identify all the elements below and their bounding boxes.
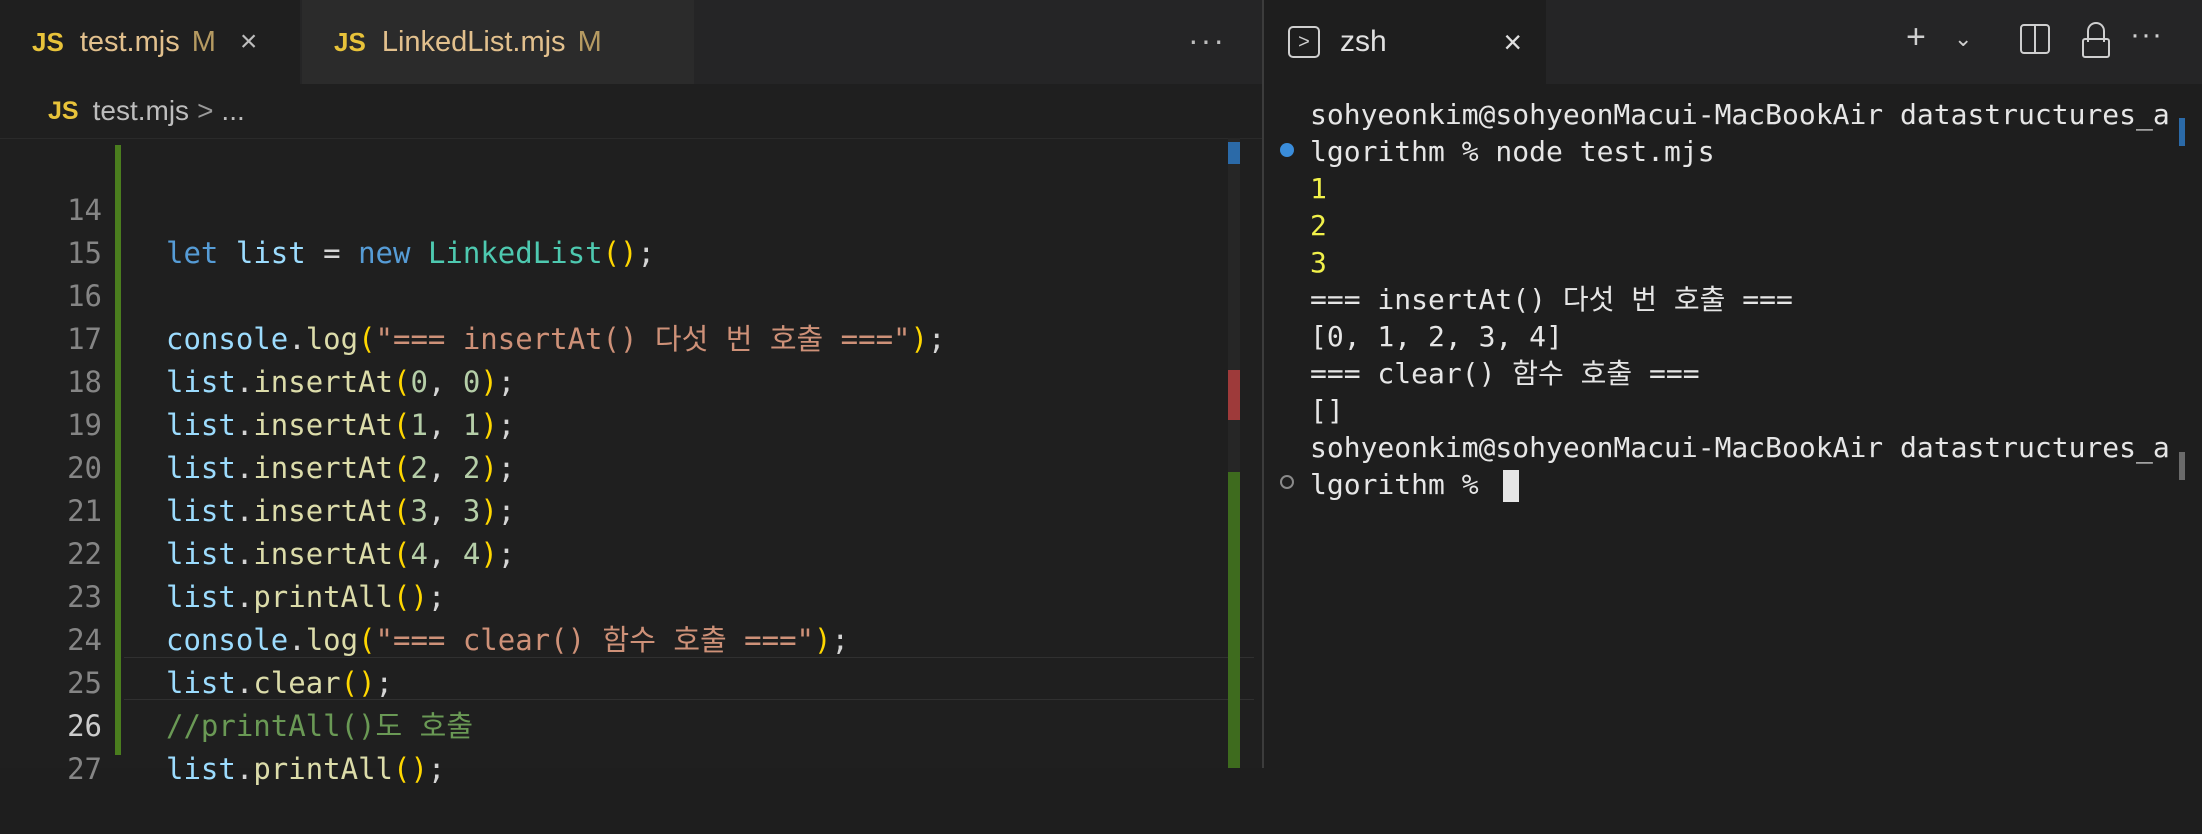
code-line: 15 [0,189,1262,270]
breadcrumb-file[interactable]: test.mjs [93,95,189,127]
code-line: 25 //printAll()도 호출 [0,619,1262,743]
tab-label: test.mjs [79,25,180,58]
code-line: 22 list.printAll(); [0,490,1262,614]
code-line: 19 list.insertAt(2, 2); [0,361,1262,485]
terminal-prompt: lgorithm % [1310,468,1496,501]
terminal-line: 1 [1310,172,1327,205]
terminal-line: [0, 1, 2, 3, 4] [1310,320,1563,353]
terminal-line: 3 [1310,246,1327,279]
terminal-line: sohyeonkim@sohyeonMacui-MacBookAir datas… [1310,98,2170,131]
terminal-tab-bar: > zsh × + ⌄ ··· [1264,0,2202,84]
close-icon[interactable]: × [240,25,258,59]
command-pending-dot-icon[interactable] [1280,475,1294,489]
code-line: 24 list.clear(); [0,576,1262,700]
terminal-prompt-line: lgorithm % [1310,466,1520,503]
terminal-icon: > [1288,26,1320,58]
editor-tab-bar: JS test.mjs M × JS LinkedList.mjs M ··· [0,0,1262,84]
modified-badge: M [191,25,216,58]
code-line: 16 console.log("=== insertAt() 다섯 번 호출 =… [0,232,1262,356]
tab-linkedlist-mjs[interactable]: JS LinkedList.mjs M [302,0,694,84]
command-success-dot-icon[interactable] [1280,143,1294,157]
terminal-line: === insertAt() 다섯 번 호출 === [1310,283,1793,316]
chevron-right-icon: > [197,95,214,126]
close-icon[interactable]: × [1503,24,1522,61]
overview-ruler-scrollbar[interactable] [1228,138,1240,768]
terminal-pane: > zsh × + ⌄ ··· sohyeonkim@sohyeonMacui-… [1264,0,2202,768]
code-line: 18 list.insertAt(1, 1); [0,318,1262,442]
terminal-line: lgorithm % node test.mjs [1310,135,1715,168]
more-actions-icon[interactable]: ··· [1188,22,1226,59]
modified-marker [1228,472,1240,768]
code-line-active: 26 list.printAll(); [0,662,1262,786]
code-editor[interactable]: 14 let list = new LinkedList(); 15 16 co… [0,140,1262,786]
code-line: 27 [0,705,1262,786]
chevron-down-icon[interactable]: ⌄ [1954,26,1972,52]
line-number: 27 [67,752,102,786]
more-actions-icon[interactable]: ··· [2130,18,2163,52]
scroll-thumb-marker [1228,142,1240,164]
tab-label: LinkedList.mjs [381,25,566,58]
modified-badge: M [577,25,602,58]
terminal-tab-label: zsh [1340,25,1387,58]
scroll-marker [2179,452,2185,480]
breadcrumb: JS test.mjs > ... [0,84,1262,139]
editor-pane: JS test.mjs M × JS LinkedList.mjs M ··· … [0,0,1262,786]
split-pane-icon[interactable] [2020,24,2050,54]
terminal-cursor [1503,470,1520,502]
terminal-line: === clear() 함수 호출 === [1310,357,1700,390]
js-file-icon: JS [32,26,64,57]
tab-zsh[interactable]: > zsh × [1264,0,1546,84]
breadcrumb-symbol[interactable]: ... [221,95,244,127]
terminal-line: 2 [1310,209,1327,242]
terminal-line: [] [1310,394,1344,427]
code-line: 21 list.insertAt(4, 4); [0,447,1262,571]
tab-test-mjs[interactable]: JS test.mjs M × [0,0,300,84]
js-file-icon: JS [48,96,79,125]
add-terminal-icon[interactable]: + [1906,18,1926,57]
scroll-marker [2179,118,2185,146]
code-line: 23 console.log("=== clear() 함수 호출 ==="); [0,533,1262,657]
code-line: 17 list.insertAt(0, 0); [0,275,1262,399]
error-marker [1228,370,1240,420]
terminal-line: sohyeonkim@sohyeonMacui-MacBookAir datas… [1310,431,2170,464]
code-line: 14 let list = new LinkedList(); [0,146,1262,270]
code-line: 20 list.insertAt(3, 3); [0,404,1262,528]
js-file-icon: JS [334,26,366,57]
